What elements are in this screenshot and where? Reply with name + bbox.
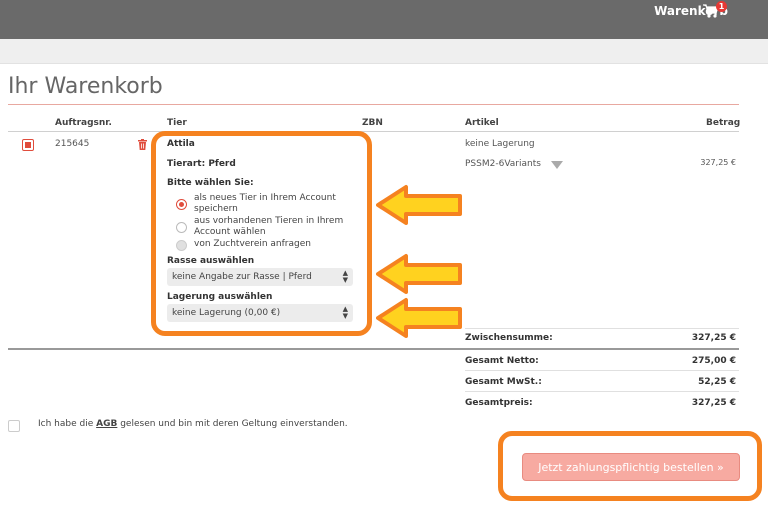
summary-divider xyxy=(465,391,739,392)
column-header-order-no: Auftragsnr. xyxy=(55,118,112,128)
vat-value: 52,25 € xyxy=(698,377,736,387)
total-label: Gesamtpreis: xyxy=(465,398,533,408)
agb-suffix: gelesen und bin mit deren Geltung einver… xyxy=(120,419,348,429)
subtotal-value: 327,25 € xyxy=(691,333,736,343)
order-number: 215645 xyxy=(55,139,90,149)
total-value: 327,25 € xyxy=(691,398,736,408)
row-amount: 327,25 € xyxy=(700,158,736,167)
row-select-checkbox[interactable] xyxy=(22,139,34,151)
sub-navigation-bar xyxy=(0,39,768,64)
column-header-zbn: ZBN xyxy=(362,118,383,128)
summary-divider xyxy=(465,370,739,371)
arrow-left-icon xyxy=(376,254,462,294)
agb-prefix: Ich habe die xyxy=(38,419,94,429)
title-divider xyxy=(8,104,739,105)
agb-consent-text: Ich habe die AGB gelesen und bin mit der… xyxy=(38,419,348,429)
article-variant: PSSM2-6Variants xyxy=(465,159,541,169)
top-bar: Warenkorb 1 xyxy=(0,0,768,39)
arrow-left-icon xyxy=(376,185,462,225)
article-storage: keine Lagerung xyxy=(465,139,535,149)
order-button[interactable]: Jetzt zahlungspflichtig bestellen » xyxy=(522,453,740,481)
caret-down-icon[interactable] xyxy=(551,161,563,169)
summary-divider xyxy=(465,328,739,329)
header-divider xyxy=(8,131,739,132)
trash-icon[interactable] xyxy=(138,139,147,150)
arrow-left-icon xyxy=(376,298,462,338)
highlight-animal-options xyxy=(151,131,372,336)
cart-count-badge: 1 xyxy=(716,1,727,12)
agb-link[interactable]: AGB xyxy=(96,419,117,429)
page-title: Ihr Warenkorb xyxy=(8,74,163,99)
column-header-amount: Betrag xyxy=(706,118,741,128)
agb-checkbox[interactable] xyxy=(8,420,20,432)
totals-divider xyxy=(8,348,739,350)
subtotal-label: Zwischensumme: xyxy=(465,333,553,343)
column-header-article: Artikel xyxy=(465,118,499,128)
column-header-animal: Tier xyxy=(167,118,187,128)
net-value: 275,00 € xyxy=(691,356,736,366)
net-label: Gesamt Netto: xyxy=(465,356,539,366)
vat-label: Gesamt MwSt.: xyxy=(465,377,542,387)
